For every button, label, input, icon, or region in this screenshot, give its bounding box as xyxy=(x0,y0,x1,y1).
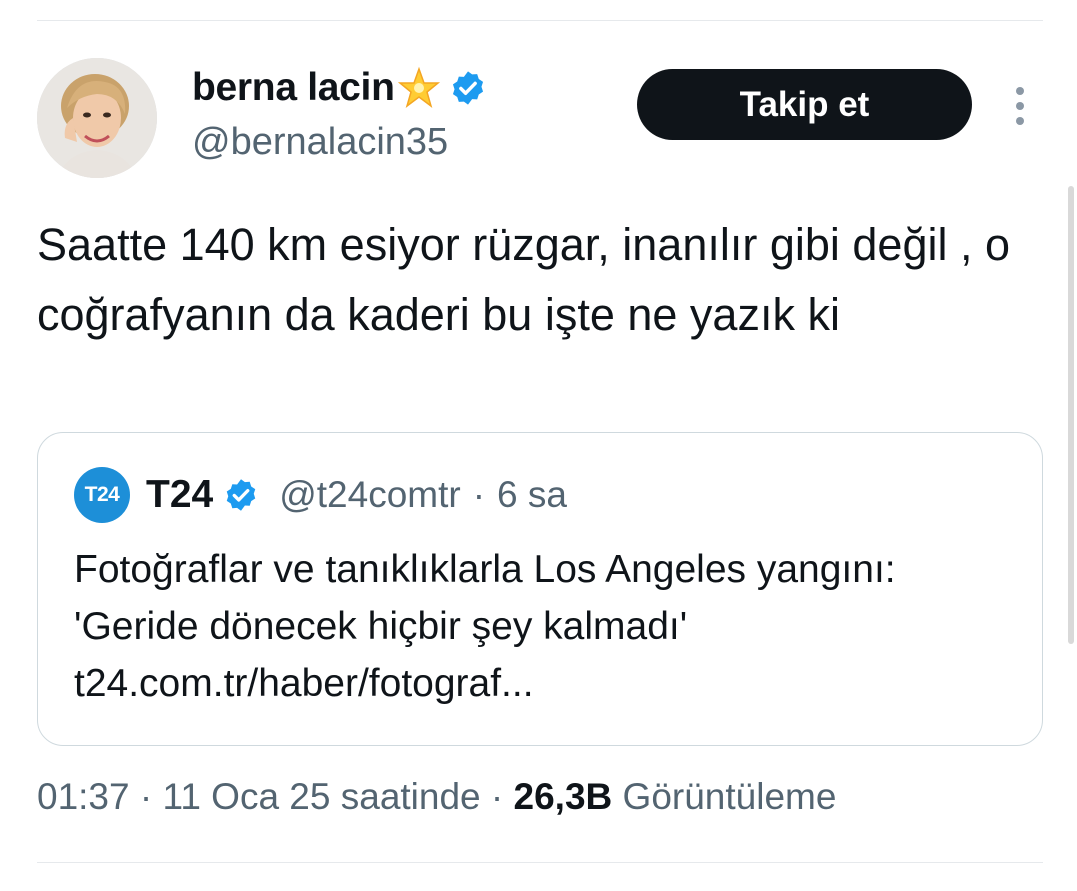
author-handle[interactable]: @bernalacin35 xyxy=(192,121,448,164)
tweet-text: Saatte 140 km esiyor rüzgar, inanılır gi… xyxy=(37,219,1011,340)
t24-logo-avatar[interactable]: T24 xyxy=(74,467,130,523)
tweet-time: 01:37 xyxy=(37,776,130,817)
quoted-tweet-header: T24 T24 @t24comtr · 6 sa xyxy=(74,467,567,523)
views-count: 26,3B xyxy=(513,776,613,817)
verified-badge-icon xyxy=(449,69,487,107)
more-options-icon[interactable] xyxy=(1008,85,1032,127)
tweet-footer: 01:37 · 11 Oca 25 saatinde · 26,3B Görün… xyxy=(37,776,836,818)
quoted-tweet-text: Fotoğraflar ve tanıklıklarla Los Angeles… xyxy=(74,548,896,705)
tweet-date: 11 Oca 25 saatinde xyxy=(162,776,481,817)
quoted-handle: @t24comtr xyxy=(279,474,461,515)
views-label: Görüntüleme xyxy=(622,776,837,817)
follow-button[interactable]: Takip et xyxy=(637,69,972,140)
scrollbar[interactable] xyxy=(1068,186,1074,644)
footer-separator: · xyxy=(490,776,504,817)
quoted-tweet-card[interactable]: T24 T24 @t24comtr · 6 sa Fotoğraflar ve … xyxy=(37,432,1043,746)
quoted-time: 6 sa xyxy=(497,474,567,515)
author-display-name[interactable]: berna lacin xyxy=(192,66,395,110)
meta-separator: · xyxy=(472,474,486,515)
footer-separator: · xyxy=(139,776,153,817)
verified-badge-icon xyxy=(223,477,259,513)
quoted-author-name: T24 xyxy=(146,473,214,516)
glowing-star-icon xyxy=(397,66,441,110)
avatar[interactable] xyxy=(37,58,157,178)
top-divider xyxy=(37,20,1043,21)
bottom-divider xyxy=(37,862,1043,863)
author-name-row: berna lacin xyxy=(192,63,487,113)
